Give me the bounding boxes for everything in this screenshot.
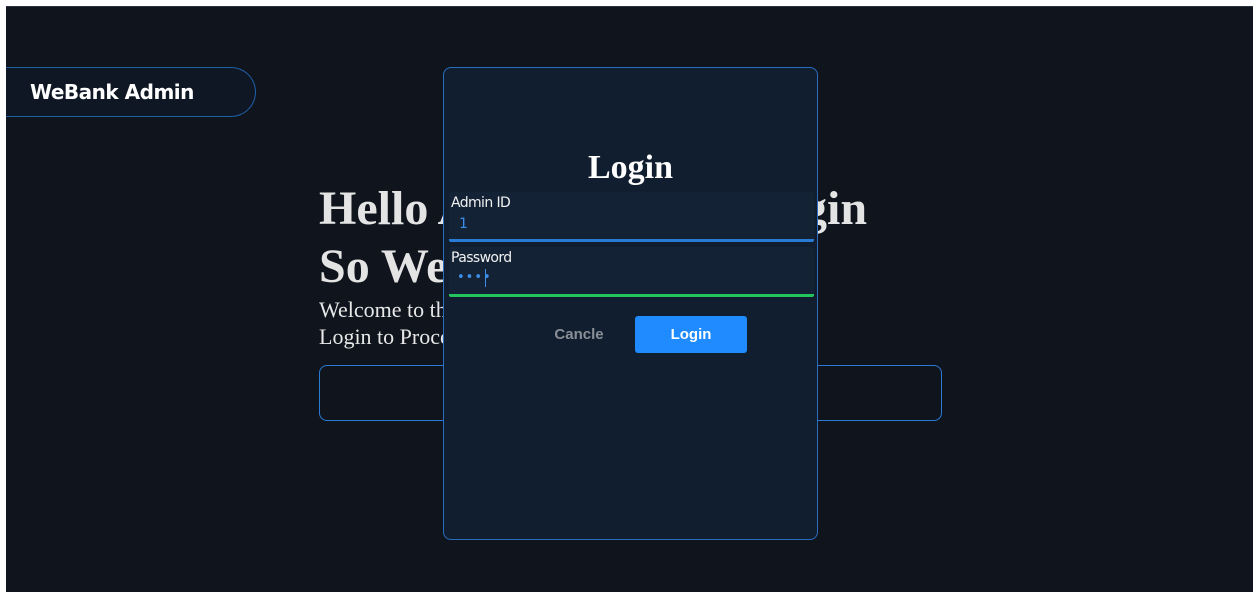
password-input[interactable]: •••• xyxy=(457,270,757,285)
cancel-button[interactable]: Cancle xyxy=(534,316,624,352)
admin-id-input[interactable] xyxy=(459,216,759,232)
admin-id-field[interactable]: Admin ID xyxy=(449,192,814,242)
dialog-title: Login xyxy=(587,149,674,186)
login-dialog: Login Admin ID Password •••• Cancle Logi… xyxy=(443,67,818,540)
admin-id-label: Admin ID xyxy=(451,195,511,211)
brand-title: WeBank Admin xyxy=(30,80,194,104)
text-cursor xyxy=(485,269,486,287)
password-label: Password xyxy=(451,250,512,266)
password-field[interactable]: Password •••• xyxy=(449,247,814,297)
brand-logo: WeBank Admin xyxy=(6,67,256,117)
login-button[interactable]: Login xyxy=(635,316,747,353)
